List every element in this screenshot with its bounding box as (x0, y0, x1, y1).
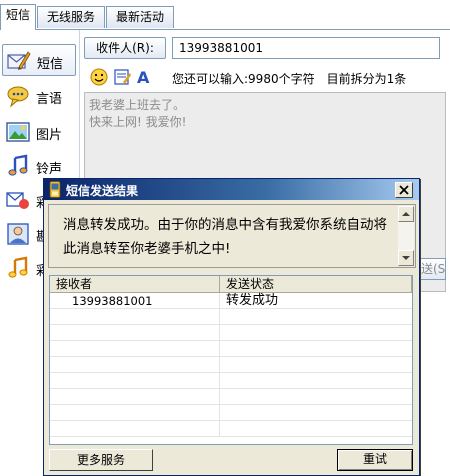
sidebar-item-label: 言语 (36, 92, 63, 107)
empty-table-row (50, 421, 412, 437)
empty-table-row (50, 389, 412, 405)
status-cell: 转发成功 (226, 293, 279, 308)
column-header-status[interactable]: 发送状态 (220, 276, 412, 293)
column-header-recipient[interactable]: 接收者 (50, 276, 220, 293)
status-cell (220, 421, 412, 437)
sidebar-item-label: 铃声 (36, 162, 63, 177)
color-ring-icon (8, 256, 28, 278)
table-row[interactable]: 13993881001 转发成功 (50, 293, 412, 309)
dialog-title: 短信发送结果 (66, 184, 139, 198)
message-line: 我老婆上班去了。 (89, 98, 186, 112)
recipient-cell (50, 309, 220, 325)
status-cell (220, 341, 412, 357)
send-results-table: 接收者 发送状态 13993881001 转发成功 (49, 275, 413, 445)
recipient-cell (50, 373, 220, 389)
picture-icon (6, 122, 30, 142)
sidebar-item-sms[interactable]: 短信 (2, 44, 76, 76)
char-count-info: 您还可以输入:9980个字符 目前拆分为1条 (172, 72, 407, 86)
empty-table-row (50, 325, 412, 341)
insert-template-icon[interactable] (114, 68, 132, 86)
result-message-text: 消息转发成功。由于你的消息中含有我爱你系统自动将此消息转至你老婆手机之中! (63, 217, 387, 257)
message-line: 快来上网! 我爱你! (89, 115, 187, 129)
message-scrollbar[interactable] (398, 206, 414, 266)
scroll-down-button[interactable] (398, 250, 414, 266)
empty-table-row (50, 373, 412, 389)
recipient-input[interactable]: 13993881001 (172, 37, 440, 59)
compose-toolbar: A 您还可以输入:9980个字符 目前拆分为1条 (84, 64, 446, 90)
tab-wireless-services[interactable]: 无线服务 (37, 6, 105, 28)
recipient-cell (50, 421, 220, 437)
send-button[interactable]: 送(S (416, 258, 446, 280)
empty-table-row (50, 341, 412, 357)
recipient-cell (50, 341, 220, 357)
sidebar-item-label: 短信 (37, 57, 64, 72)
send-result-dialog: 短信发送结果 消息转发成功。由于你的消息中含有我爱你系统自动将此消息转至你老婆手… (43, 178, 420, 476)
status-cell (220, 389, 412, 405)
recipient-cell: 13993881001 (50, 293, 220, 309)
scroll-up-button[interactable] (398, 206, 414, 222)
close-button[interactable] (395, 182, 413, 198)
sms-pen-icon (7, 51, 31, 70)
smiley-icon[interactable] (90, 68, 108, 86)
font-icon[interactable]: A (136, 68, 154, 86)
empty-table-row (50, 357, 412, 373)
svg-text:A: A (137, 68, 150, 86)
sidebar-item-picture[interactable]: 图片 (2, 116, 76, 148)
status-cell (220, 325, 412, 341)
status-cell (220, 373, 412, 389)
tab-sms[interactable]: 短信 (0, 4, 36, 30)
sidebar-item-speech[interactable]: 言语 (2, 80, 76, 112)
top-tab-strip: 短信 无线服务 最新活动 (0, 0, 450, 30)
status-cell (220, 405, 412, 421)
status-cell (220, 357, 412, 373)
tab-latest-activities[interactable]: 最新活动 (106, 6, 174, 28)
result-message-box: 消息转发成功。由于你的消息中含有我爱你系统自动将此消息转至你老婆手机之中! (48, 204, 416, 268)
recipient-button[interactable]: 收件人(R): (84, 37, 166, 59)
dialog-titlebar[interactable]: 短信发送结果 (44, 179, 419, 200)
mms-icon (6, 192, 29, 209)
scroll-down-arrow-icon (402, 256, 410, 260)
recipient-cell (50, 405, 220, 421)
close-icon (399, 185, 409, 195)
retry-button[interactable]: 重试 (337, 449, 413, 471)
music-note-icon (8, 154, 28, 176)
scroll-up-arrow-icon (402, 212, 410, 216)
recipient-cell (50, 357, 220, 373)
sidebar-item-label: 图片 (36, 128, 63, 143)
phone-icon (49, 181, 61, 198)
more-services-button[interactable]: 更多服务 (49, 449, 153, 471)
recipient-cell (50, 325, 220, 341)
empty-table-row (50, 405, 412, 421)
empty-table-row (50, 309, 412, 325)
speech-bubble-icon (7, 86, 29, 108)
recipient-cell (50, 389, 220, 405)
contact-icon (7, 223, 29, 245)
status-cell (220, 309, 412, 325)
